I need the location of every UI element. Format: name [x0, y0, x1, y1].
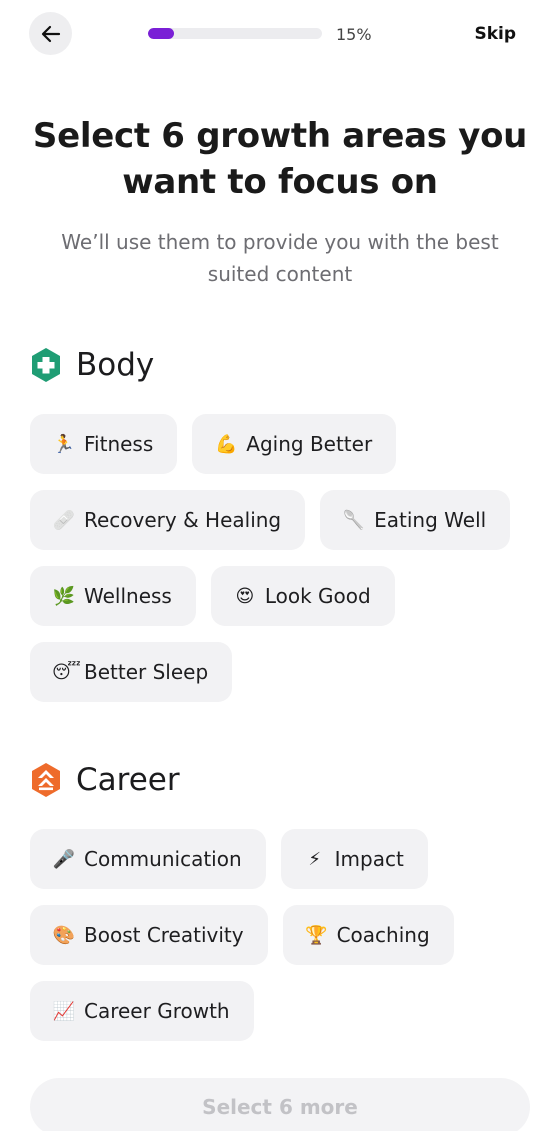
chip-emoji-icon: 🎨 [52, 924, 76, 946]
chip-look-good[interactable]: 😍 Look Good [210, 566, 395, 626]
chip-label: Recovery & Healing [84, 508, 282, 532]
chip-label: Fitness [84, 432, 154, 456]
section-header-career: Career [30, 760, 180, 800]
chip-group-career: 🎤 Communication ⚡ Impact 🎨 Boost Creativity 🏆 C… [30, 829, 530, 1041]
body-shield-icon [32, 348, 60, 382]
career-arrows-icon [32, 763, 60, 797]
chip-coaching[interactable]: 🏆 Coaching [282, 905, 454, 965]
chip-better-sleep[interactable]: 😴 Better Sleep [30, 642, 233, 702]
page-subtitle: We’ll use them to provide you with the b… [61, 230, 499, 286]
chip-emoji-icon: 🌿 [52, 585, 76, 607]
back-button[interactable] [29, 12, 72, 55]
chip-label: Boost Creativity [84, 923, 244, 947]
chip-wellness[interactable]: 🌿 Wellness [30, 566, 196, 626]
chip-impact[interactable]: ⚡ Impact [280, 829, 428, 889]
section-title-career: Career [76, 762, 180, 798]
chip-label: Aging Better [246, 432, 373, 456]
chip-communication[interactable]: 🎤 Communication [30, 829, 266, 889]
chip-emoji-icon: 😍 [235, 585, 255, 607]
chip-boost-creativity[interactable]: 🎨 Boost Creativity [30, 905, 268, 965]
chip-label: Communication [84, 847, 242, 871]
arrow-left-icon [41, 25, 60, 42]
chip-group-body: 🏃 Fitness 💪 Aging Better 🩹 Recovery & Healing… [30, 414, 530, 702]
select-more-button[interactable]: Select 6 more [30, 1078, 530, 1131]
top-bar: 15% Skip [0, 0, 560, 70]
chip-label: Career Growth [84, 999, 230, 1023]
chip-aging-better[interactable]: 💪 Aging Better [192, 414, 397, 474]
chip-career-growth[interactable]: 📈 Career Growth [30, 981, 254, 1041]
chip-recovery-healing[interactable]: 🩹 Recovery & Healing [30, 490, 306, 550]
chip-emoji-icon: 🎤 [52, 848, 76, 870]
chip-label: Eating Well [374, 508, 487, 532]
progress-bar [148, 28, 322, 39]
chip-label: Impact [334, 847, 404, 871]
chip-fitness[interactable]: 🏃 Fitness [30, 414, 178, 474]
chip-emoji-icon: 🩹 [52, 509, 76, 531]
chip-label: Wellness [84, 584, 172, 608]
chip-emoji-icon: 💪 [215, 433, 238, 455]
chip-label: Look Good [264, 584, 371, 608]
skip-button[interactable]: Skip [474, 24, 516, 44]
chip-eating-well[interactable]: 🥄 Eating Well [320, 490, 511, 550]
chip-emoji-icon: 😴 [52, 661, 81, 683]
chip-emoji-icon: 🏆 [305, 924, 328, 946]
progress-text: 15% [336, 25, 372, 44]
chip-emoji-icon: 🥄 [342, 509, 366, 531]
progress-fill [148, 28, 175, 39]
chip-emoji-icon: ⚡ [308, 848, 321, 870]
chip-label: Coaching [336, 923, 430, 947]
chip-label: Better Sleep [84, 660, 209, 684]
chip-emoji-icon: 🏃 [52, 433, 76, 455]
section-title-body: Body [76, 347, 155, 383]
chip-emoji-icon: 📈 [52, 1000, 76, 1022]
page-title: Select 6 growth areas you want to focus … [32, 116, 528, 202]
section-header-body: Body [30, 345, 154, 385]
